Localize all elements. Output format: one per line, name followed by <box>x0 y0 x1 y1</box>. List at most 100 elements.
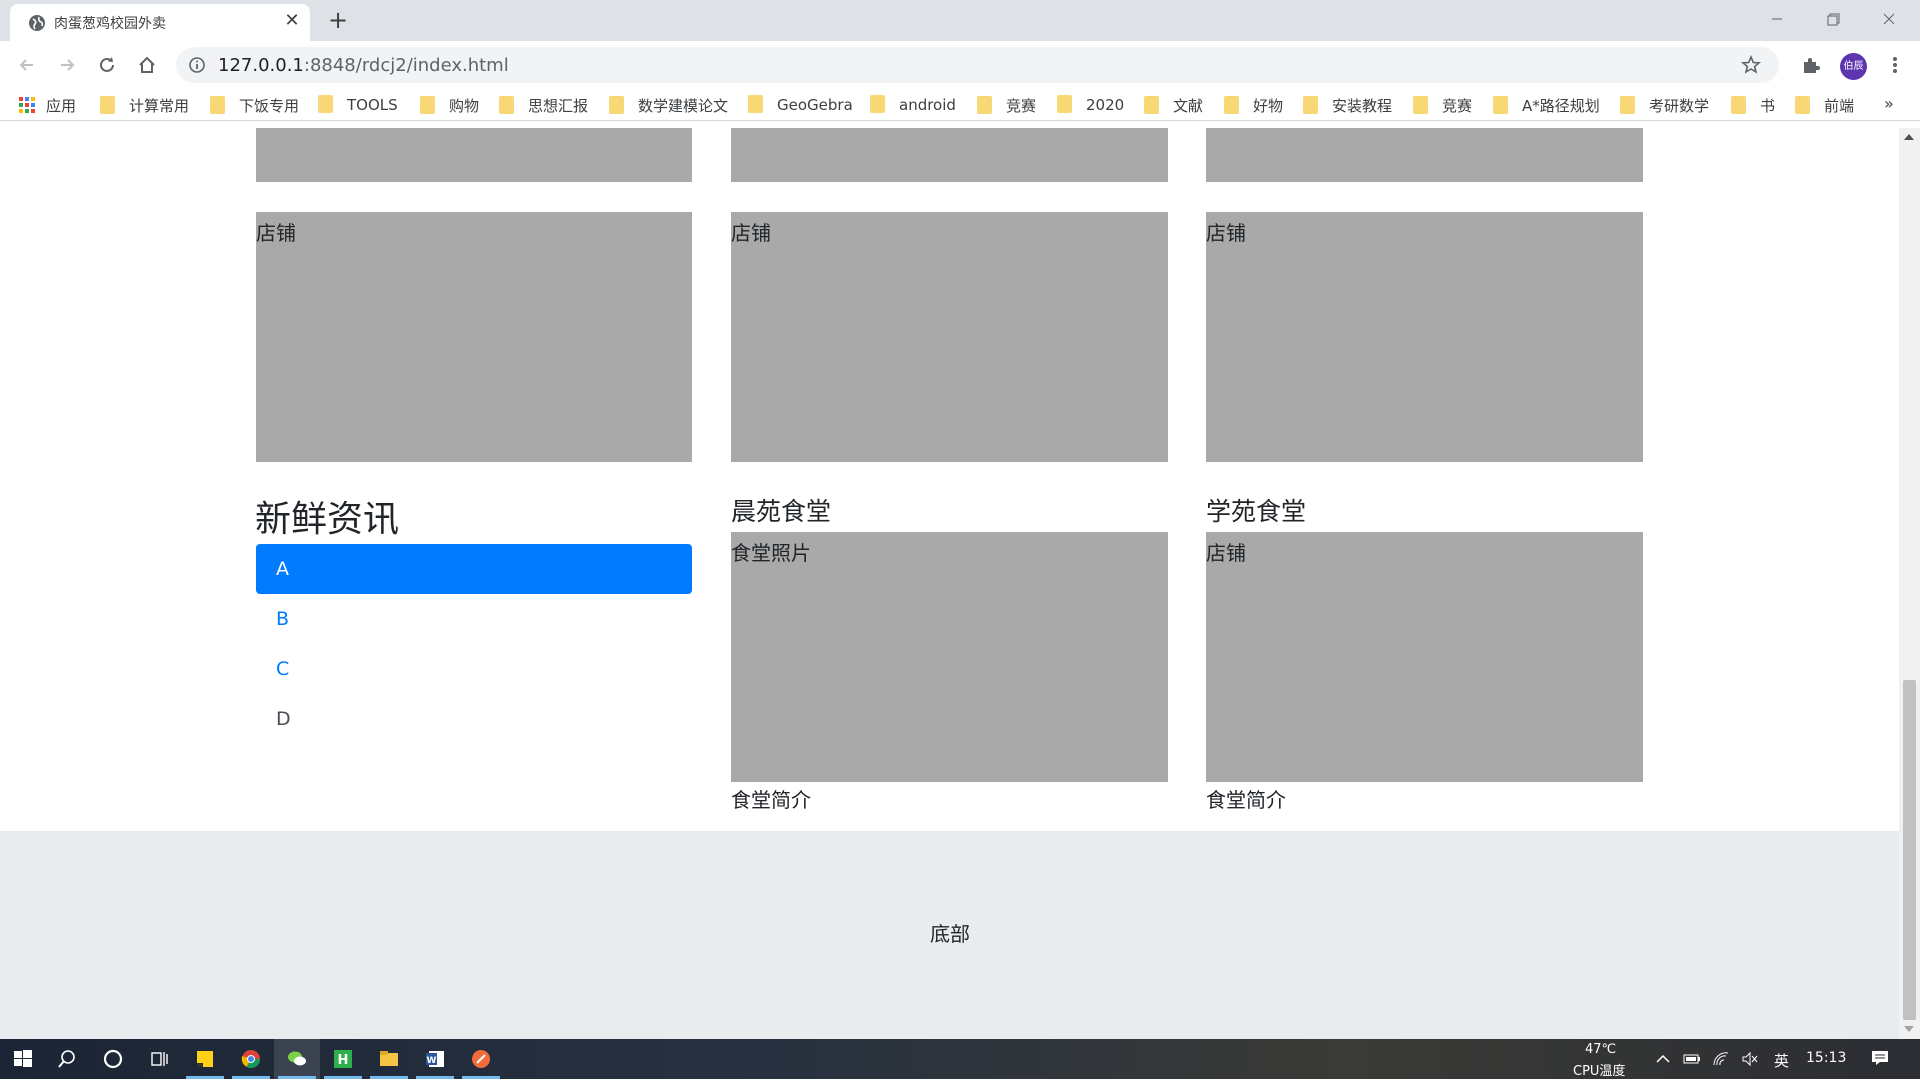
shop-label: 店铺 <box>1206 221 1246 245</box>
taskbar-wechat[interactable] <box>274 1039 320 1079</box>
chevron-up-icon[interactable] <box>1654 1051 1672 1067</box>
home-icon[interactable] <box>133 51 161 79</box>
scrollbar-thumb[interactable] <box>1903 680 1916 1020</box>
wifi-icon[interactable] <box>1712 1051 1730 1067</box>
url-text[interactable]: 127.0.0.1:8848/rdcj2/index.html <box>218 55 509 76</box>
sticky-notes-icon <box>197 1051 213 1067</box>
pen-app-icon <box>472 1050 490 1068</box>
canteen-photo[interactable]: 食堂照片 <box>731 532 1168 782</box>
volume-muted-icon[interactable] <box>1741 1051 1759 1067</box>
bookmark-folder[interactable]: A*路径规划 <box>1493 95 1600 115</box>
taskbar-file-explorer[interactable] <box>366 1039 412 1079</box>
page-viewport: 店铺 店铺 店铺 新鲜资讯 A B C D 晨苑食堂 食堂照片 食堂简介 学苑食… <box>0 128 1899 1039</box>
canteen-photo-label: 食堂照片 <box>731 541 811 565</box>
bookmark-star-icon[interactable] <box>1740 54 1762 76</box>
news-item-c[interactable]: C <box>256 644 692 694</box>
search-icon <box>58 1050 75 1068</box>
cpu-temperature: 47℃ <box>1585 1042 1617 1057</box>
news-item-b[interactable]: B <box>256 594 692 644</box>
bookmark-folder[interactable]: 安装教程 <box>1303 95 1392 115</box>
shop-card[interactable]: 店铺 <box>731 212 1168 462</box>
shop-card[interactable]: 店铺 <box>256 212 692 462</box>
word-icon: W <box>426 1051 444 1067</box>
vertical-scrollbar[interactable] <box>1899 128 1920 1039</box>
forward-arrow-icon[interactable] <box>53 51 81 79</box>
task-view-icon <box>151 1052 168 1066</box>
bookmark-folder[interactable]: 计算常用 <box>100 95 189 115</box>
bookmark-folder[interactable]: 考研数学 <box>1620 95 1709 115</box>
folder-icon <box>977 96 992 114</box>
footer-text: 底部 <box>930 922 970 946</box>
tab-title: 肉蛋葱鸡校园外卖 <box>54 16 166 32</box>
bookmark-folder[interactable]: 数学建模论文 <box>609 95 728 115</box>
page-footer: 底部 <box>0 831 1899 1039</box>
canteen-photo[interactable]: 店铺 <box>1206 532 1643 782</box>
bookmark-folder[interactable]: 好物 <box>1224 95 1283 115</box>
folder-icon <box>870 95 885 113</box>
news-item-a[interactable]: A <box>256 544 692 594</box>
canteen-title-chenyuan: 晨苑食堂 <box>731 497 832 526</box>
back-arrow-icon[interactable] <box>13 51 41 79</box>
bookmark-folder[interactable]: android <box>870 95 956 115</box>
bookmark-folder[interactable]: 前端 <box>1795 95 1854 115</box>
news-heading: 新鲜资讯 <box>255 499 400 540</box>
task-view-button[interactable] <box>136 1039 182 1079</box>
bookmark-folder[interactable]: GeoGebra <box>748 95 853 115</box>
bookmark-folder[interactable]: TOOLS <box>318 95 398 115</box>
folder-icon <box>1144 96 1159 114</box>
browser-tab[interactable]: 肉蛋葱鸡校园外卖 ✕ <box>10 4 310 41</box>
folder-icon <box>1224 96 1239 114</box>
taskbar-word[interactable]: W <box>412 1039 458 1079</box>
kebab-menu-icon[interactable] <box>1884 54 1906 76</box>
close-window-icon[interactable] <box>1866 4 1912 34</box>
battery-icon[interactable] <box>1683 1051 1701 1067</box>
shop-card-partial <box>731 128 1168 182</box>
close-tab-icon[interactable]: ✕ <box>282 11 302 31</box>
bookmark-folder[interactable]: 下饭专用 <box>210 95 299 115</box>
hbuilder-icon: H <box>334 1050 352 1068</box>
clock-time[interactable]: 15:13 <box>1806 1050 1846 1066</box>
info-icon[interactable] <box>188 56 206 74</box>
folder-icon <box>1057 95 1072 113</box>
bookmark-folder[interactable]: 购物 <box>420 95 479 115</box>
minimize-icon[interactable] <box>1754 4 1800 34</box>
new-tab-button[interactable]: + <box>325 8 351 34</box>
start-button[interactable] <box>0 1039 46 1079</box>
profile-avatar[interactable]: 伯辰 <box>1840 53 1867 80</box>
bookmark-apps[interactable]: 应用 <box>18 95 76 115</box>
apps-grid-icon <box>19 97 35 113</box>
news-list: A B C D <box>256 544 692 744</box>
restore-icon[interactable] <box>1810 4 1856 34</box>
taskbar-hbuilder[interactable]: H <box>320 1039 366 1079</box>
cortana-button[interactable] <box>90 1039 136 1079</box>
news-item-d[interactable]: D <box>256 694 692 744</box>
bookmark-folder[interactable]: 文献 <box>1144 95 1203 115</box>
reload-icon[interactable] <box>93 51 121 79</box>
globe-icon <box>29 15 45 31</box>
folder-icon <box>609 96 624 114</box>
folder-icon <box>318 95 333 113</box>
bookmark-folder[interactable]: 竞赛 <box>1413 95 1472 115</box>
folder-icon <box>1795 96 1810 114</box>
shop-card-partial <box>256 128 692 182</box>
bookmark-folder[interactable]: 竞赛 <box>977 95 1036 115</box>
folder-icon <box>380 1051 398 1066</box>
notification-center-icon[interactable] <box>1871 1050 1889 1066</box>
shop-card[interactable]: 店铺 <box>1206 212 1643 462</box>
scroll-down-arrow-icon[interactable] <box>1904 1026 1914 1032</box>
input-method-indicator[interactable]: 英 <box>1774 1050 1789 1071</box>
shop-card-partial <box>1206 128 1643 182</box>
bookmarks-overflow-button[interactable]: » <box>1884 94 1894 113</box>
bookmark-folder[interactable]: 书 <box>1731 95 1775 115</box>
taskbar-chrome[interactable] <box>228 1039 274 1079</box>
taskbar-app-orange[interactable] <box>458 1039 504 1079</box>
extensions-puzzle-icon[interactable] <box>1800 54 1822 76</box>
bookmark-folder[interactable]: 思想汇报 <box>499 95 588 115</box>
scroll-up-arrow-icon[interactable] <box>1904 134 1914 140</box>
svg-text:H: H <box>338 1053 349 1068</box>
address-bar[interactable]: 127.0.0.1:8848/rdcj2/index.html <box>176 47 1779 83</box>
folder-icon <box>1303 96 1318 114</box>
search-button[interactable] <box>44 1039 90 1079</box>
bookmark-folder[interactable]: 2020 <box>1057 95 1124 115</box>
taskbar-sticky-notes[interactable] <box>182 1039 228 1079</box>
